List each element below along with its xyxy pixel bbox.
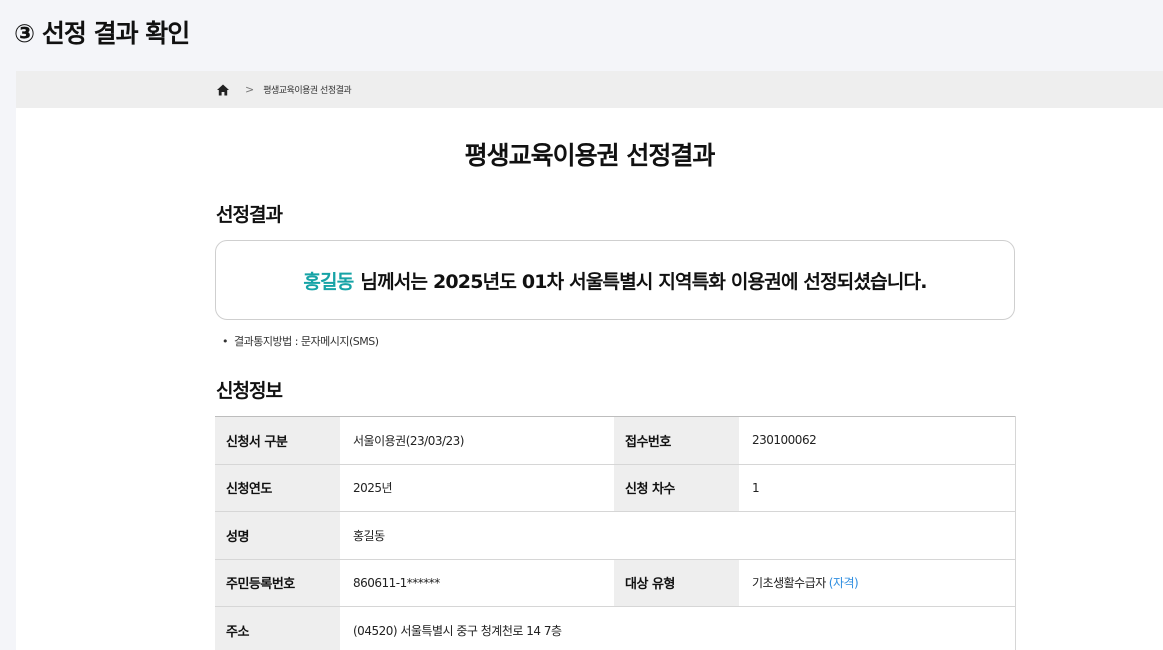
table-header-cell: 주소 <box>215 606 340 650</box>
table-header-cell: 성명 <box>215 511 340 560</box>
table-value-cell: (04520) 서울특별시 중구 청계천로 14 7층 <box>340 606 1016 650</box>
table-value-cell: 기초생활수급자 (자격) <box>739 559 1016 607</box>
qualification-link[interactable]: (자격) <box>829 576 859 590</box>
table-value-cell: 230100062 <box>739 416 1016 465</box>
table-value-cell: 1 <box>739 464 1016 512</box>
result-section-heading: 선정결과 <box>216 204 283 226</box>
table-row: 신청연도 2025년 신청 차수 1 <box>215 464 1016 512</box>
home-icon[interactable] <box>216 83 230 97</box>
content-frame: > 평생교육이용권 선정결과 평생교육이용권 선정결과 선정결과 홍길동 님께서… <box>16 71 1163 650</box>
info-section-heading: 신청정보 <box>216 380 283 402</box>
applicant-name: 홍길동 <box>303 270 354 293</box>
table-row: 주소 (04520) 서울특별시 중구 청계천로 14 7층 <box>215 606 1016 650</box>
table-value-cell: 서울이용권(23/03/23) <box>340 416 614 465</box>
step-heading: ③ 선정 결과 확인 <box>14 19 190 48</box>
table-header-cell: 주민등록번호 <box>215 559 340 607</box>
table-header-cell: 신청 차수 <box>614 464 739 512</box>
target-type-value: 기초생활수급자 <box>752 576 826 591</box>
application-info-table: 신청서 구분 서울이용권(23/03/23) 접수번호 230100062 신청… <box>215 416 1016 650</box>
table-header-cell: 신청서 구분 <box>215 416 340 465</box>
page-title: 평생교육이용권 선정결과 <box>464 141 716 170</box>
breadcrumb-current: 평생교육이용권 선정결과 <box>263 86 352 96</box>
table-row: 주민등록번호 860611-1****** 대상 유형 기초생활수급자 (자격) <box>215 559 1016 607</box>
table-value-cell: 홍길동 <box>340 511 1016 560</box>
chevron-right-icon: > <box>245 83 255 96</box>
table-header-cell: 접수번호 <box>614 416 739 465</box>
table-value-cell: 860611-1****** <box>340 559 614 607</box>
table-header-cell: 대상 유형 <box>614 559 739 607</box>
breadcrumb: > 평생교육이용권 선정결과 <box>216 71 352 108</box>
table-row: 성명 홍길동 <box>215 511 1016 560</box>
breadcrumb-bar: > 평생교육이용권 선정결과 <box>16 71 1163 108</box>
notice-label: 결과통지방법 : 문자메시지(SMS) <box>234 335 379 348</box>
table-header-cell: 신청연도 <box>215 464 340 512</box>
table-value-cell: 2025년 <box>340 464 614 512</box>
bullet-icon: • <box>222 335 229 348</box>
notice-text: • 결과통지방법 : 문자메시지(SMS) <box>222 333 379 349</box>
result-message-box: 홍길동 님께서는 2025년도 01차 서울특별시 지역특화 이용권에 선정되셨… <box>215 240 1015 320</box>
table-row: 신청서 구분 서울이용권(23/03/23) 접수번호 230100062 <box>215 416 1016 465</box>
result-message: 님께서는 2025년도 01차 서울특별시 지역특화 이용권에 선정되셨습니다. <box>360 270 927 293</box>
